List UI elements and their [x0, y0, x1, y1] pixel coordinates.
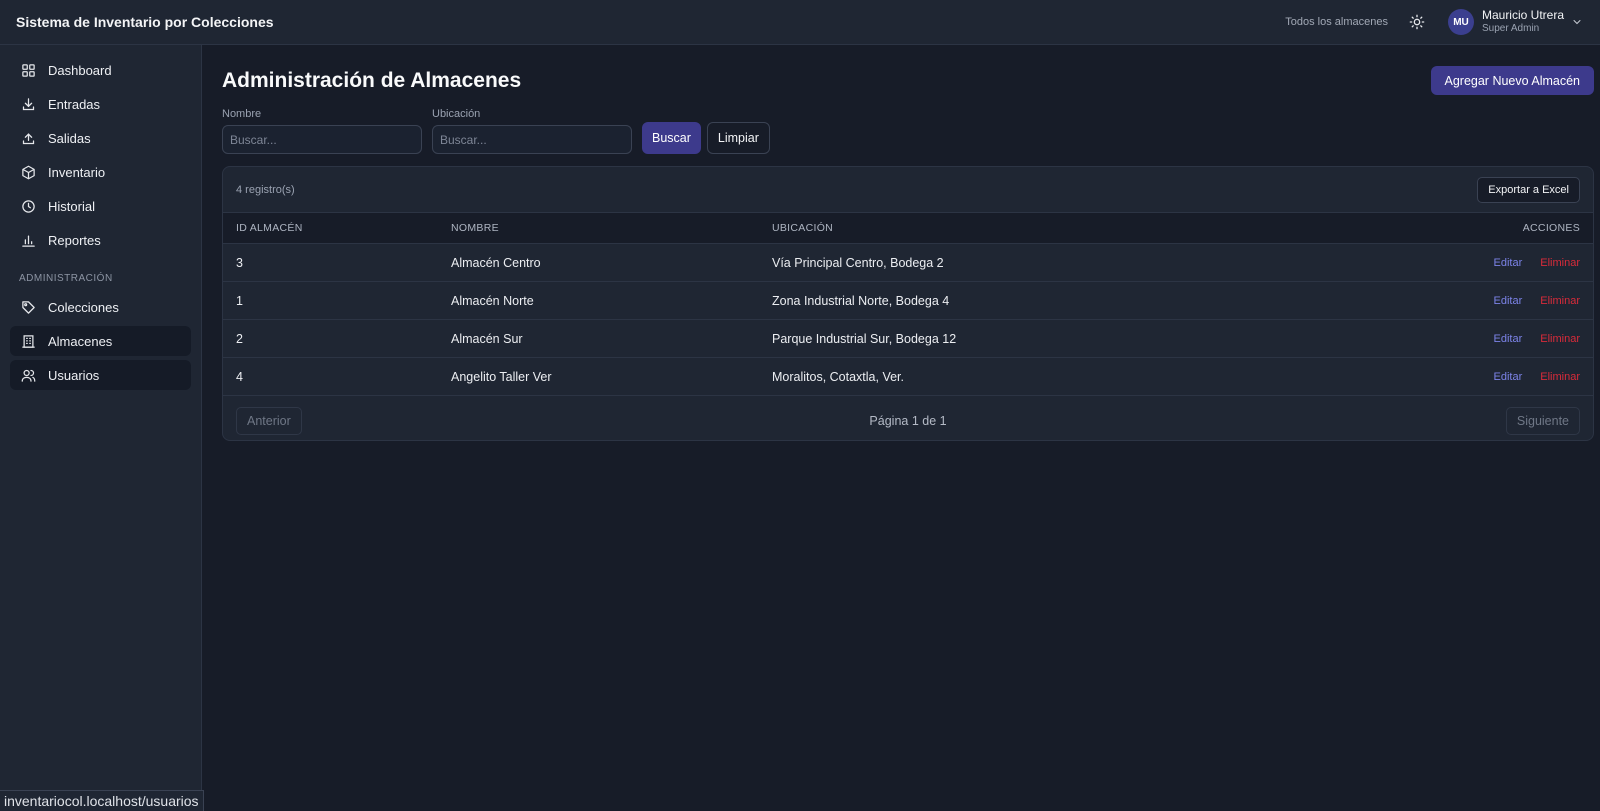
row-actions: Editar Eliminar: [1393, 257, 1593, 269]
clock-icon: [20, 198, 36, 214]
delete-link[interactable]: Eliminar: [1540, 333, 1580, 345]
app-title[interactable]: Sistema de Inventario por Colecciones: [16, 14, 274, 30]
sidebar: Dashboard Entradas Salidas Inventario Hi…: [0, 45, 202, 811]
users-icon: [20, 367, 36, 383]
cell-id: 2: [236, 331, 243, 346]
upload-icon: [20, 130, 36, 146]
row-actions: Editar Eliminar: [1393, 371, 1593, 383]
column-header-location[interactable]: UBICACIÓN: [772, 222, 1393, 234]
sidebar-item-dashboard[interactable]: Dashboard: [10, 55, 191, 85]
page-info: Página 1 de 1: [869, 413, 947, 428]
edit-link[interactable]: Editar: [1494, 371, 1523, 383]
sidebar-item-label: Reportes: [48, 232, 101, 248]
page-title: Administración de Almacenes: [222, 69, 522, 92]
warehouses-table-card: 4 registro(s) Exportar a Excel ID ALMACÉ…: [222, 166, 1594, 441]
tag-icon: [20, 299, 36, 315]
previous-page-button[interactable]: Anterior: [236, 406, 302, 435]
sidebar-item-label: Dashboard: [48, 62, 112, 78]
top-bar: Sistema de Inventario por Colecciones To…: [0, 0, 1600, 45]
sidebar-item-label: Entradas: [48, 96, 101, 112]
sidebar-item-almacenes[interactable]: Almacenes: [10, 326, 191, 356]
delete-link[interactable]: Eliminar: [1540, 257, 1580, 269]
cell-location: Zona Industrial Norte, Bodega 4: [772, 293, 950, 308]
table-row: 2 Almacén Sur Parque Industrial Sur, Bod…: [223, 320, 1593, 358]
search-button[interactable]: Buscar: [642, 122, 701, 154]
table-toolbar: 4 registro(s) Exportar a Excel: [223, 167, 1593, 213]
delete-link[interactable]: Eliminar: [1540, 295, 1580, 307]
next-page-button[interactable]: Siguiente: [1505, 406, 1580, 435]
filter-bar: Nombre Ubicación Buscar Limpiar: [222, 108, 770, 154]
sidebar-item-label: Historial: [48, 198, 95, 214]
pagination: Anterior Página 1 de 1 Siguiente: [223, 396, 1593, 440]
sidebar-item-historial[interactable]: Historial: [10, 191, 191, 221]
location-filter-label: Ubicación: [432, 108, 481, 120]
sidebar-item-usuarios[interactable]: Usuarios: [10, 360, 191, 390]
column-header-id[interactable]: ID ALMACÉN: [223, 222, 451, 234]
cell-id: 1: [236, 293, 243, 308]
table-row: 3 Almacén Centro Vía Principal Centro, B…: [223, 244, 1593, 282]
sidebar-section-label: ADMINISTRACIÓN: [19, 273, 113, 284]
column-header-actions: ACCIONES: [1522, 222, 1580, 234]
name-filter-label: Nombre: [222, 108, 262, 120]
sidebar-item-label: Inventario: [48, 164, 106, 180]
location-filter: Ubicación: [432, 108, 632, 154]
name-filter: Nombre: [222, 108, 422, 154]
topbar-right: Todos los almacenes MU Mauricio Utrera S…: [1285, 9, 1584, 35]
chevron-down-icon[interactable]: [1570, 15, 1584, 29]
sidebar-item-entradas[interactable]: Entradas: [10, 89, 191, 119]
user-role: Super Admin: [1481, 23, 1540, 35]
avatar[interactable]: MU: [1447, 9, 1474, 35]
cube-icon: [20, 164, 36, 180]
cell-name: Almacén Sur: [451, 331, 523, 346]
sidebar-item-label: Almacenes: [48, 333, 113, 349]
location-search-input[interactable]: [432, 125, 632, 154]
cell-name: Angelito Taller Ver: [451, 369, 552, 384]
edit-link[interactable]: Editar: [1494, 295, 1523, 307]
export-excel-button[interactable]: Exportar a Excel: [1477, 176, 1580, 203]
download-icon: [20, 96, 36, 112]
edit-link[interactable]: Editar: [1494, 333, 1523, 345]
user-name: Mauricio Utrera: [1481, 8, 1564, 23]
cell-location: Moralitos, Cotaxtla, Ver.: [772, 369, 905, 384]
sidebar-item-reportes[interactable]: Reportes: [10, 225, 191, 255]
table-row: 1 Almacén Norte Zona Industrial Norte, B…: [223, 282, 1593, 320]
add-warehouse-button[interactable]: Agregar Nuevo Almacén: [1430, 66, 1594, 95]
table-row: 4 Angelito Taller Ver Moralitos, Cotaxtl…: [223, 358, 1593, 396]
cell-id: 4: [236, 369, 243, 384]
sidebar-item-salidas[interactable]: Salidas: [10, 123, 191, 153]
user-menu[interactable]: Mauricio Utrera Super Admin: [1481, 8, 1564, 35]
row-actions: Editar Eliminar: [1393, 295, 1593, 307]
cell-location: Parque Industrial Sur, Bodega 12: [772, 331, 957, 346]
row-actions: Editar Eliminar: [1393, 333, 1593, 345]
record-count: 4 registro(s): [236, 183, 295, 196]
sidebar-item-label: Colecciones: [48, 299, 119, 315]
sidebar-item-label: Salidas: [48, 130, 91, 146]
clear-button[interactable]: Limpiar: [706, 122, 770, 154]
cell-name: Almacén Centro: [451, 255, 541, 270]
grid-icon: [20, 62, 36, 78]
sidebar-item-label: Usuarios: [48, 367, 100, 383]
column-header-name[interactable]: NOMBRE: [451, 222, 772, 234]
sun-icon[interactable]: [1408, 13, 1426, 31]
cell-id: 3: [236, 255, 243, 270]
edit-link[interactable]: Editar: [1494, 257, 1523, 269]
sidebar-item-inventario[interactable]: Inventario: [10, 157, 191, 187]
cell-name: Almacén Norte: [451, 293, 534, 308]
status-bar-url: inventariocol.localhost/usuarios: [0, 790, 204, 811]
building-icon: [20, 333, 36, 349]
cell-location: Vía Principal Centro, Bodega 2: [772, 255, 944, 270]
name-search-input[interactable]: [222, 125, 422, 154]
delete-link[interactable]: Eliminar: [1540, 371, 1580, 383]
table-header: ID ALMACÉN NOMBRE UBICACIÓN ACCIONES: [223, 213, 1593, 244]
bar-chart-icon: [20, 232, 36, 248]
warehouse-selector[interactable]: Todos los almacenes: [1285, 16, 1388, 28]
sidebar-item-colecciones[interactable]: Colecciones: [10, 292, 191, 322]
